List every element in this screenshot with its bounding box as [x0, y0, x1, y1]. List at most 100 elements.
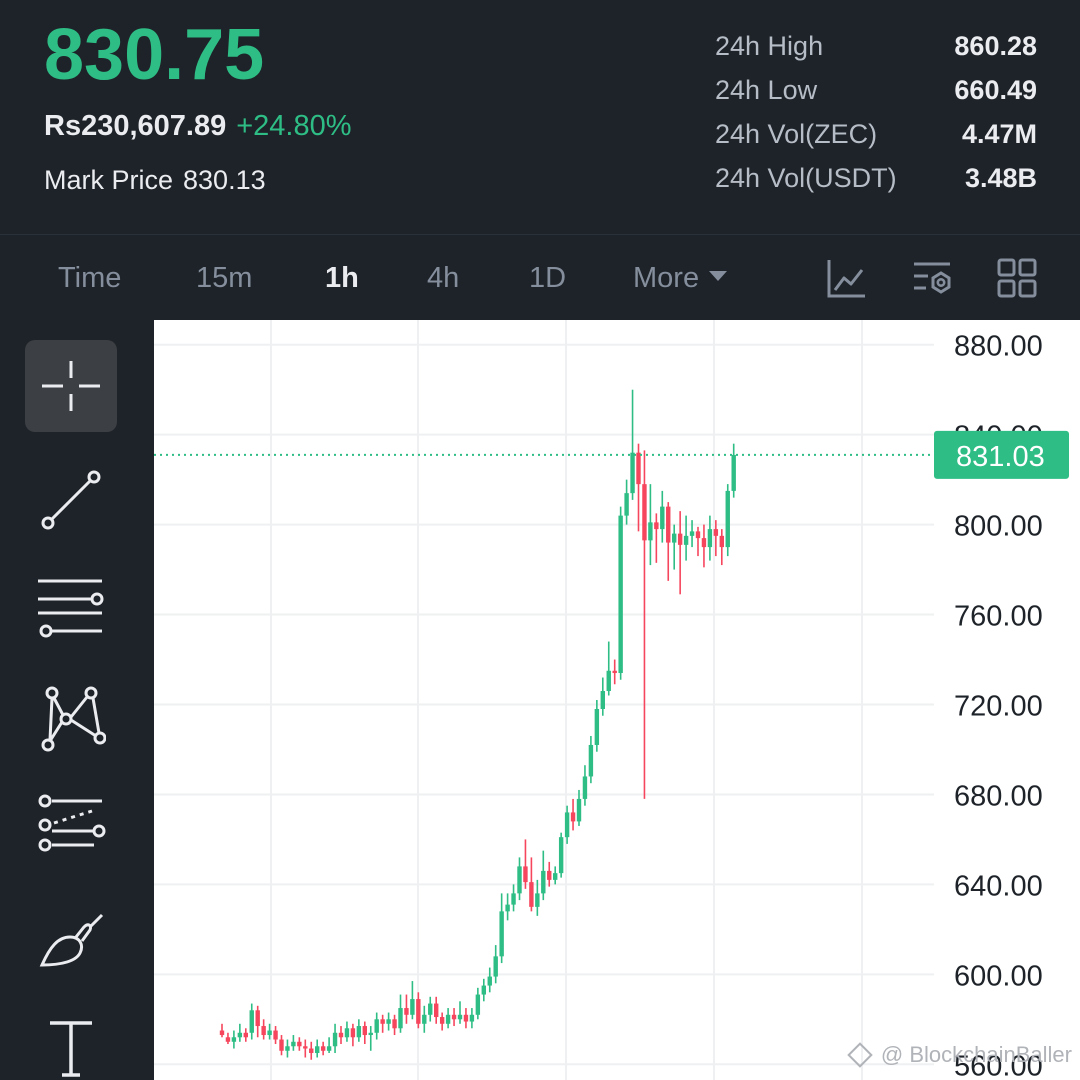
candle-body [428, 1003, 433, 1015]
candle-body [582, 776, 588, 799]
candle-body [338, 1032, 344, 1038]
horizontal-lines-icon [38, 579, 104, 638]
fib-lines-tool[interactable] [25, 782, 117, 874]
fiat-price: Rs230,607.89 [44, 110, 227, 142]
candle-body [463, 1014, 469, 1022]
text-tool[interactable] [25, 1002, 117, 1080]
crosshair-tool[interactable] [25, 340, 117, 432]
candle-body [618, 515, 623, 674]
candle-body [654, 522, 659, 530]
stats-panel: 24h High 860.28 24h Low 660.49 24h Vol(Z… [715, 24, 1037, 200]
chart-canvas[interactable]: 880.00840.00800.00760.00720.00680.00640.… [154, 320, 1080, 1080]
candle-body [350, 1028, 356, 1038]
candle-body [303, 1046, 308, 1049]
chart-indicator-icon[interactable] [826, 257, 868, 299]
tab-label: 4h [427, 262, 460, 294]
stat-label: 24h High [715, 30, 824, 61]
candle-body [535, 893, 540, 907]
candle-body [475, 994, 481, 1015]
tab-label: More [633, 262, 700, 294]
candle-body [707, 529, 713, 548]
candle-body [243, 1032, 248, 1038]
y-tick-label: 640.00 [954, 870, 1043, 902]
candle-body [594, 708, 600, 745]
candle-body [719, 535, 724, 548]
candle-body [493, 956, 498, 977]
candle-body [422, 1014, 427, 1024]
candle-body [356, 1026, 362, 1038]
tab-label: 1h [325, 262, 359, 294]
candle-body [344, 1028, 350, 1038]
y-tick-label: 880.00 [954, 331, 1043, 363]
candle-body [553, 873, 558, 880]
stat-label: 24h Vol(USDT) [715, 162, 897, 193]
pattern-icon [41, 686, 106, 752]
tab-1d[interactable]: 1D [529, 235, 566, 321]
candle-body [320, 1046, 326, 1051]
candle-body [434, 1003, 439, 1018]
y-tick-label: 680.00 [954, 780, 1043, 812]
candle-body [689, 531, 695, 536]
candlestick-chart[interactable]: 880.00840.00800.00760.00720.00680.00640.… [154, 320, 1080, 1080]
drawing-toolbar [0, 320, 154, 1080]
tab-15m[interactable]: 15m [196, 235, 252, 321]
candle-body [487, 976, 492, 986]
horizontal-lines-tool[interactable] [25, 562, 117, 654]
candle-body [564, 812, 570, 838]
candle-body [541, 870, 546, 894]
candle-body [368, 1032, 373, 1036]
watermark: @ BlockchainBaller [847, 1042, 1072, 1068]
candle-body [642, 484, 647, 541]
candle-body [267, 1030, 272, 1036]
stat-value: 860.28 [954, 30, 1037, 61]
crosshair-icon [42, 361, 100, 411]
candle-body [499, 911, 504, 957]
candle-body [666, 506, 671, 543]
candle-body [362, 1026, 367, 1036]
candle-body [326, 1046, 332, 1051]
y-tick-label: 600.00 [954, 960, 1043, 992]
brush-tool[interactable] [25, 892, 117, 984]
candle-body [315, 1046, 320, 1054]
current-price-tag: 831.03 [934, 430, 1069, 479]
candle-body [683, 535, 689, 545]
grid-layout-icon[interactable] [996, 257, 1038, 299]
candle-body [279, 1039, 284, 1051]
candle-body [713, 529, 719, 536]
tab-label: 15m [196, 262, 253, 294]
tab-4h[interactable]: 4h [427, 235, 459, 321]
tab-time[interactable]: Time [58, 235, 121, 321]
candle-body [285, 1046, 290, 1051]
trend-line-icon [41, 470, 101, 530]
candle-body [309, 1048, 314, 1054]
mark-price-row: Mark Price 830.13 [44, 165, 266, 196]
change-percent: +24.80% [236, 110, 352, 142]
candle-body [380, 1019, 385, 1024]
candle-body [439, 1017, 445, 1024]
tab-1h[interactable]: 1h [325, 235, 359, 321]
candle-body [451, 1014, 457, 1020]
chart-settings-icon[interactable] [912, 257, 954, 299]
candle-body [511, 893, 516, 905]
pattern-tool[interactable] [25, 672, 117, 764]
trend-line-tool[interactable] [25, 452, 117, 544]
caret-down-icon [709, 271, 728, 282]
candle-body [416, 999, 421, 1024]
tab-more[interactable]: More [633, 235, 728, 321]
candle-body [630, 452, 635, 494]
candle-body [332, 1032, 338, 1047]
stat-24h-high: 24h High 860.28 [715, 24, 1037, 68]
candle-body [273, 1030, 278, 1040]
candle-body [404, 1008, 409, 1015]
candle-body [701, 538, 707, 548]
candle-body [672, 533, 677, 543]
candle-body [588, 744, 594, 777]
candle-body [291, 1041, 296, 1047]
candle-body [445, 1014, 451, 1024]
ticker-header: 830.75 Rs230,607.89 +24.80% Mark Price 830… [0, 0, 1080, 234]
tab-label: 1D [529, 262, 567, 294]
candle-body [547, 870, 552, 880]
candle-body [648, 522, 653, 541]
tab-label: Time [58, 262, 122, 294]
candle-body [261, 1026, 266, 1036]
